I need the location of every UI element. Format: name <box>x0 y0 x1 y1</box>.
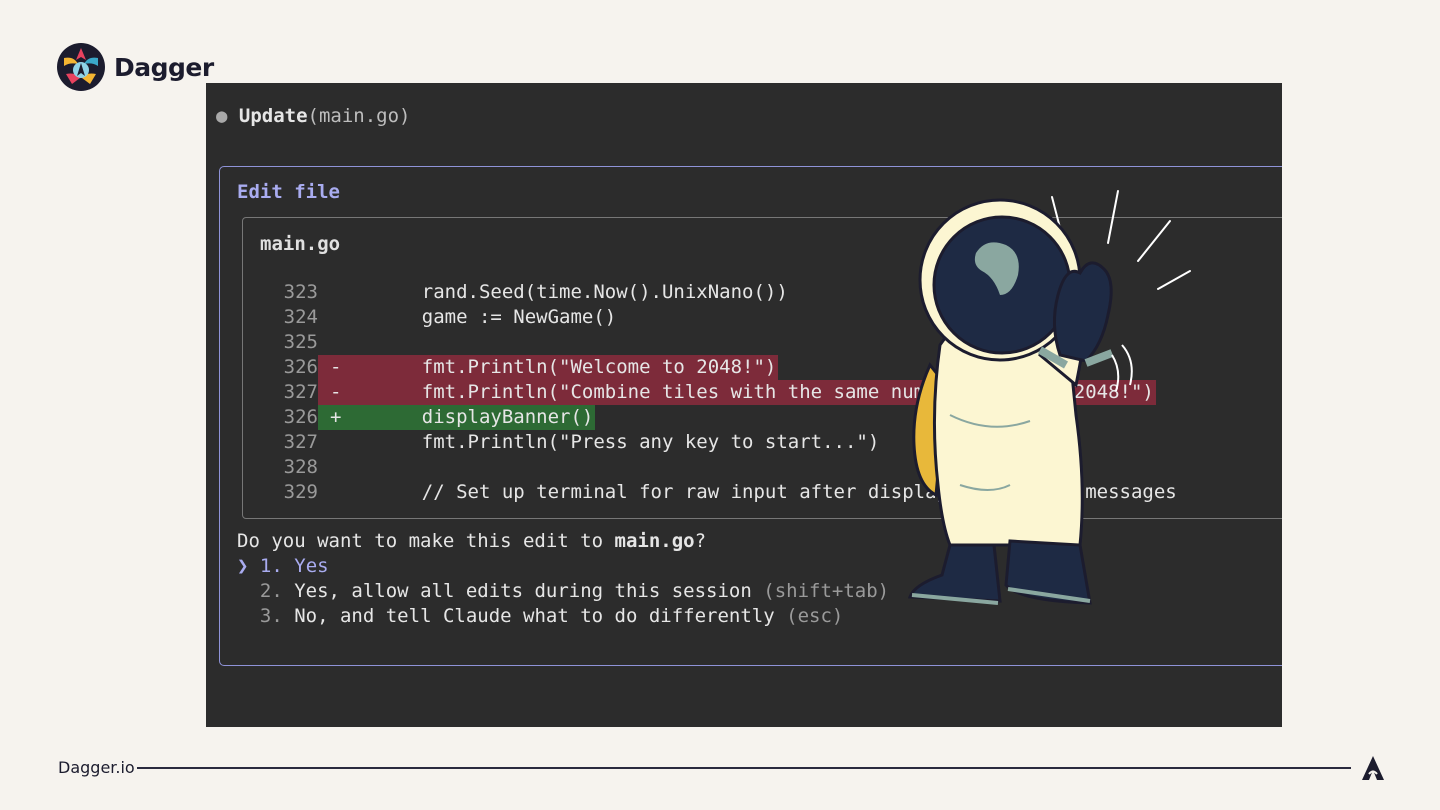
line-code: rand.Seed(time.Now().UnixNano()) <box>376 281 788 303</box>
line-code: game := NewGame() <box>376 306 617 328</box>
diff-sign: + <box>318 405 376 430</box>
option-hint: (esc) <box>786 605 844 627</box>
brand: Dagger <box>56 42 214 92</box>
option-number: 1. <box>259 555 283 577</box>
option-no[interactable]: 3. No, and tell Claude what to do differ… <box>237 605 843 627</box>
update-line: ● Update(main.go) <box>216 105 410 127</box>
line-number: 325 <box>283 331 318 353</box>
option-yes[interactable]: ❯ 1. Yes <box>237 555 329 577</box>
line-number: 327 <box>283 381 318 403</box>
cursor-icon: ❯ <box>237 555 249 577</box>
footer-divider <box>137 767 1351 769</box>
footer-site: Dagger.io <box>58 758 135 777</box>
option-label: No, and tell Claude what to do different… <box>294 605 775 627</box>
question-suffix: ? <box>694 530 707 552</box>
line-code: fmt.Println("Press any key to start...") <box>376 431 880 453</box>
option-yes-allow-all[interactable]: 2. Yes, allow all edits during this sess… <box>237 580 889 602</box>
line-number: 329 <box>283 481 318 503</box>
update-arg: (main.go) <box>307 105 411 127</box>
line-number: 324 <box>283 306 318 328</box>
line-number: 323 <box>283 281 318 303</box>
line-code: fmt.Println("Welcome to 2048!") <box>376 355 779 380</box>
option-label: Yes, allow all edits during this session <box>294 580 752 602</box>
option-label: Yes <box>294 555 329 577</box>
edit-title: Edit file <box>237 181 340 203</box>
option-hint: (shift+tab) <box>763 580 890 602</box>
line-number: 326 <box>283 406 318 428</box>
update-label: Update <box>238 105 308 127</box>
dagger-mark-icon <box>1362 756 1384 780</box>
question-file: main.go <box>614 530 695 552</box>
option-number: 2. <box>259 580 283 602</box>
confirm-question: Do you want to make this edit to main.go… <box>237 530 706 552</box>
bullet-icon: ● <box>216 105 239 127</box>
question-prefix: Do you want to make this edit to <box>237 530 615 552</box>
astronaut-illustration <box>907 190 1191 605</box>
brand-name: Dagger <box>114 52 214 82</box>
diff-file-name: main.go <box>260 233 341 255</box>
dagger-logo-icon <box>57 43 105 91</box>
line-number: 328 <box>283 456 318 478</box>
line-number: 326 <box>283 356 318 378</box>
diff-sign: - <box>318 380 376 405</box>
diff-sign: - <box>318 355 376 380</box>
line-number: 327 <box>283 431 318 453</box>
option-number: 3. <box>259 605 283 627</box>
line-code: displayBanner() <box>376 405 596 430</box>
